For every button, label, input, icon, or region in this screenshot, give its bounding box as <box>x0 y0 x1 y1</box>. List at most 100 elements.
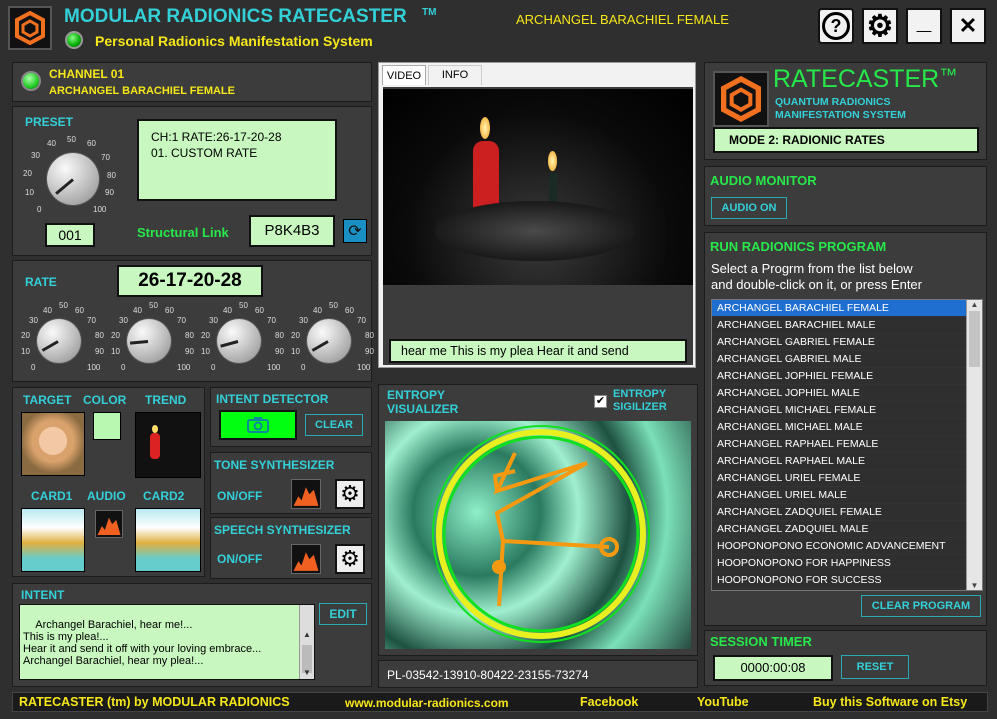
program-list-item[interactable]: ARCHANGEL GABRIEL MALE <box>712 351 966 368</box>
speech-settings-button[interactable]: ⚙ <box>335 544 365 574</box>
video-frame[interactable] <box>383 89 693 285</box>
rate-knob-tick: 40 <box>133 306 142 315</box>
program-label: RUN RADIONICS PROGRAM <box>710 239 887 254</box>
rate-knob-tick: 70 <box>177 316 186 325</box>
ratecaster-panel: RATECASTER™ QUANTUM RADIONICS MANIFESTATI… <box>704 62 987 160</box>
program-list-item[interactable]: ARCHANGEL ZADQUIEL FEMALE <box>712 504 966 521</box>
tab-info[interactable]: INFO <box>428 65 482 85</box>
tone-synth-label: TONE SYNTHESIZER <box>214 458 335 472</box>
rate-knob-tick: 100 <box>87 363 101 372</box>
program-list-item[interactable]: ARCHANGEL URIEL MALE <box>712 487 966 504</box>
card2-image[interactable] <box>135 508 201 572</box>
tone-settings-button[interactable]: ⚙ <box>335 479 365 509</box>
tone-toggle-button[interactable] <box>291 479 321 509</box>
program-list-item[interactable]: ARCHANGEL RAPHAEL FEMALE <box>712 436 966 453</box>
footer-brand: RATECASTER (tm) by MODULAR RADIONICS <box>19 695 290 709</box>
close-button[interactable]: ✕ <box>950 8 986 44</box>
program-list-item[interactable]: ARCHANGEL URIEL FEMALE <box>712 470 966 487</box>
help-button[interactable]: ? <box>818 8 854 44</box>
target-color-swatch[interactable] <box>93 412 121 440</box>
help-icon: ? <box>822 12 850 40</box>
program-list-item[interactable]: HOOPONOPONO ECONOMIC ADVANCEMENT <box>712 538 966 555</box>
audio-label: AUDIO <box>87 489 126 503</box>
rate-knob-2[interactable]: 0 10 20 30 40 50 60 70 80 90 100 <box>105 301 197 377</box>
rate-knob-tick: 50 <box>59 301 68 310</box>
rate-knob-tick: 10 <box>201 347 210 356</box>
program-list-item[interactable]: ARCHANGEL JOPHIEL MALE <box>712 385 966 402</box>
audio-monitor-label: AUDIO MONITOR <box>710 173 817 188</box>
rate-knob-1[interactable]: 0 10 20 30 40 50 60 70 80 90 100 <box>15 301 107 377</box>
refresh-link-button[interactable]: ⟳ <box>343 219 367 243</box>
card2-label: CARD2 <box>143 489 185 503</box>
footer-site-link[interactable]: www.modular-radionics.com <box>345 696 509 710</box>
minimize-button[interactable]: _ <box>906 5 942 44</box>
entropy-visualizer[interactable] <box>385 421 691 649</box>
preset-panel: PRESET 0 10 20 30 40 50 60 70 80 90 100 … <box>12 106 372 256</box>
rate-knob-tick: 40 <box>223 306 232 315</box>
rate-knob-tick: 0 <box>301 363 306 372</box>
rate-knob-tick: 70 <box>357 316 366 325</box>
audio-on-button[interactable]: AUDIO ON <box>711 197 787 219</box>
footer-youtube-link[interactable]: YouTube <box>697 695 749 709</box>
program-list-item[interactable]: ARCHANGEL BARACHIEL FEMALE <box>712 300 966 317</box>
intent-edit-button[interactable]: EDIT <box>319 603 367 625</box>
program-list-item[interactable]: ARCHANGEL ZADQUIEL MALE <box>712 521 966 538</box>
rate-knob-tick: 90 <box>95 347 104 356</box>
program-list-scrollbar[interactable]: ▲ ▼ <box>966 300 982 590</box>
rate-knob-tick: 30 <box>29 316 38 325</box>
color-label: COLOR <box>83 393 127 407</box>
gear-icon: ⚙ <box>340 481 360 506</box>
channel-label: CHANNEL 01 <box>49 67 125 81</box>
preset-knob[interactable]: 0 10 20 30 40 50 60 70 80 90 100 <box>17 135 121 215</box>
refresh-icon: ⟳ <box>348 223 362 240</box>
intent-textarea[interactable]: Archangel Barachiel, hear me!... This is… <box>19 604 315 680</box>
structural-link-field[interactable]: P8K4B3 <box>249 215 335 247</box>
program-list-item[interactable]: HOOPONOPONO FOR SUCCESS <box>712 572 966 589</box>
rate-knob-tick: 60 <box>165 306 174 315</box>
rate-knob-tick: 80 <box>365 331 374 340</box>
rate-knob-tick: 0 <box>211 363 216 372</box>
sigilizer-checkbox[interactable]: ✔ <box>594 395 607 408</box>
card1-image[interactable] <box>21 508 85 572</box>
settings-button[interactable]: ⚙ <box>862 8 898 44</box>
rate-knob-tick: 90 <box>365 347 374 356</box>
mode-display: MODE 2: RADIONIC RATES <box>713 127 979 153</box>
footer-etsy-link[interactable]: Buy this Software on Etsy <box>813 695 967 709</box>
tab-video[interactable]: VIDEO <box>382 65 426 85</box>
footer-bar: RATECASTER (tm) by MODULAR RADIONICS www… <box>12 692 988 712</box>
reset-button[interactable]: RESET <box>841 655 909 679</box>
preset-value-display: 001 <box>45 223 95 247</box>
speech-onoff-label: ON/OFF <box>217 552 263 566</box>
rate-knob-tick: 100 <box>267 363 281 372</box>
rate-label: RATE <box>25 275 57 289</box>
intent-detector-clear-button[interactable]: CLEAR <box>305 414 363 436</box>
channel-led <box>21 71 41 91</box>
program-list-item[interactable]: ARCHANGEL BARACHIEL MALE <box>712 317 966 334</box>
app-subtitle: Personal Radionics Manifestation System <box>95 33 373 49</box>
target-photo[interactable] <box>21 412 85 476</box>
target-panel: TARGET COLOR TREND CARD1 AUDIO CARD2 <box>12 387 205 577</box>
program-instructions: Select a Progrm from the list below and d… <box>711 261 922 292</box>
program-list-item[interactable]: ARCHANGEL GABRIEL FEMALE <box>712 334 966 351</box>
clear-program-button[interactable]: CLEAR PROGRAM <box>861 595 981 617</box>
program-list-item[interactable]: ARCHANGEL MICHAEL MALE <box>712 419 966 436</box>
gear-icon: ⚙ <box>340 546 360 571</box>
sigilizer-label: ENTROPY SIGILIZER <box>613 388 667 413</box>
footer-facebook-link[interactable]: Facebook <box>580 695 638 709</box>
trend-image[interactable] <box>135 412 201 478</box>
program-list-item[interactable]: ARCHANGEL RAPHAEL MALE <box>712 453 966 470</box>
intent-detector-panel: INTENT DETECTOR CLEAR <box>210 387 372 447</box>
camera-button[interactable] <box>219 410 297 440</box>
program-list-item[interactable]: ARCHANGEL MICHAEL FEMALE <box>712 402 966 419</box>
rate-knob-4[interactable]: 0 10 20 30 40 50 60 70 80 90 100 <box>285 301 377 377</box>
speech-toggle-button[interactable] <box>291 544 321 574</box>
audio-chart-icon[interactable] <box>95 510 123 538</box>
video-area: hear me This is my plea Hear it and send <box>383 87 693 365</box>
rate-knob-tick: 40 <box>43 306 52 315</box>
intent-detector-label: INTENT DETECTOR <box>216 392 329 406</box>
current-program-header: ARCHANGEL BARACHIEL FEMALE <box>516 12 729 27</box>
intent-scrollbar[interactable]: ▲ ▼ <box>299 605 314 679</box>
program-list-item[interactable]: HOOPONOPONO FOR HAPPINESS <box>712 555 966 572</box>
rate-knob-3[interactable]: 0 10 20 30 40 50 60 70 80 90 100 <box>195 301 287 377</box>
program-list-item[interactable]: ARCHANGEL JOPHIEL FEMALE <box>712 368 966 385</box>
